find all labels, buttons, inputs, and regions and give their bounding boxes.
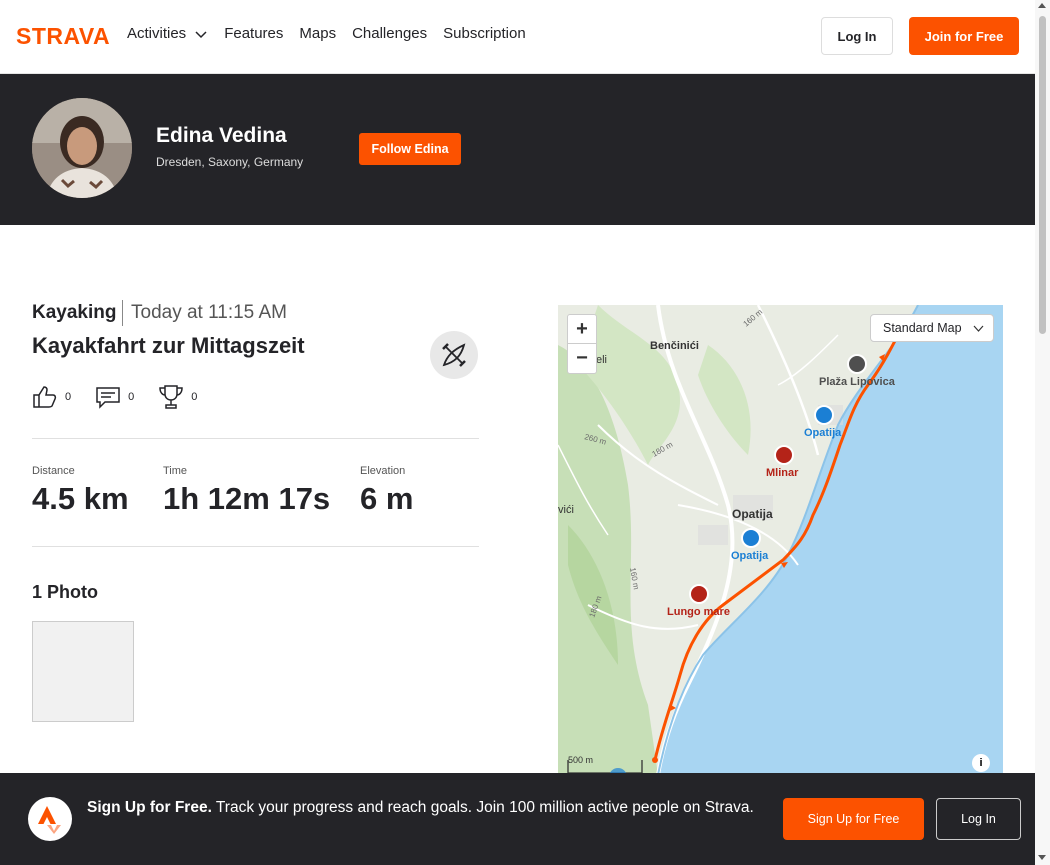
login-button[interactable]: Log In	[821, 17, 893, 55]
signup-button[interactable]: Sign Up for Free	[783, 798, 924, 840]
stat-value: 1h 12m 17s	[163, 481, 331, 516]
activity-time: Today at 11:15 AM	[131, 302, 287, 323]
stat-label: Time	[163, 465, 188, 477]
nav-features[interactable]: Features	[224, 25, 283, 42]
zoom-controls: + −	[567, 314, 597, 374]
activity-title: Kayakfahrt zur Mittagszeit	[32, 333, 305, 358]
strava-logo[interactable]: STRAVA	[16, 25, 112, 47]
zoom-out-button[interactable]: −	[568, 344, 596, 373]
svg-text:STRAVA: STRAVA	[16, 25, 110, 47]
chevron-down-icon	[195, 30, 207, 38]
map-place-label: eli	[596, 354, 608, 366]
photos-title: 1 Photo	[32, 582, 98, 602]
scroll-up-arrow[interactable]	[1038, 3, 1046, 8]
social-bar: 0 0 0	[32, 384, 221, 410]
stat-value: 6 m	[360, 481, 414, 516]
athlete-location: Dresden, Saxony, Germany	[156, 155, 304, 169]
kayak-icon	[430, 331, 478, 379]
activity-type: Kayaking	[32, 302, 117, 323]
trophy-icon	[159, 385, 184, 409]
nav-activities[interactable]: Activities	[127, 25, 208, 42]
nav-maps[interactable]: Maps	[299, 25, 336, 42]
stat-distance: Distance 4.5 km	[32, 465, 129, 517]
map-type-label: Standard Map	[883, 321, 962, 335]
nav-subscription[interactable]: Subscription	[443, 25, 526, 42]
map-scale: 500 m	[568, 755, 594, 765]
top-nav: STRAVA Activities Features Maps Challeng…	[0, 0, 1035, 74]
signup-banner: Sign Up for Free. Track your progress an…	[0, 773, 1035, 865]
comment-icon	[96, 387, 120, 409]
stat-label: Distance	[32, 465, 75, 477]
nav-activities-label: Activities	[127, 25, 187, 42]
chevron-down-icon	[973, 325, 984, 332]
photo-thumbnail[interactable]	[32, 621, 134, 722]
activity-map[interactable]: 160 m 260 m 180 m 160 m 180 m Benčinići …	[558, 305, 1003, 775]
avatar[interactable]	[32, 98, 132, 198]
divider	[122, 300, 123, 326]
avatar-image	[32, 98, 132, 198]
poi-label[interactable]: Opatija	[731, 550, 768, 562]
poi-label[interactable]: Plaža Lipovica	[819, 376, 895, 388]
poi-label[interactable]: Lungo mare	[667, 606, 730, 618]
login-button[interactable]: Log In	[936, 798, 1021, 840]
thumbs-up-icon	[33, 386, 57, 408]
scrollbar-thumb[interactable]	[1039, 16, 1046, 334]
athlete-header: Edina Vedina Dresden, Saxony, Germany Fo…	[0, 74, 1035, 225]
kudos-button[interactable]: 0	[32, 384, 71, 410]
stat-label: Elevation	[360, 465, 406, 477]
stat-value: 4.5 km	[32, 481, 129, 516]
strava-logo-icon	[28, 797, 72, 841]
nav-links: Activities Features Maps Challenges Subs…	[127, 25, 542, 42]
map-place-label: Benčinići	[650, 340, 699, 352]
map-canvas: 160 m 260 m 180 m 160 m 180 m	[558, 305, 919, 775]
map-place-label: vići	[558, 504, 574, 516]
divider	[32, 546, 479, 547]
stat-time: Time 1h 12m 17s	[163, 465, 330, 517]
achievements-count: 0	[191, 391, 198, 403]
map-info-button[interactable]: i	[972, 754, 990, 772]
kudos-count: 0	[65, 391, 72, 403]
poi-label[interactable]: Opatija	[804, 427, 841, 439]
signup-headline: Sign Up for Free.	[87, 799, 212, 816]
achievements-button[interactable]: 0	[158, 384, 197, 410]
divider	[32, 438, 479, 439]
nav-challenges[interactable]: Challenges	[352, 25, 427, 42]
poi-label[interactable]: Mlinar	[766, 467, 798, 479]
page: STRAVA Activities Features Maps Challeng…	[0, 0, 1050, 865]
athlete-name[interactable]: Edina Vedina	[156, 124, 287, 148]
comments-button[interactable]: 0	[95, 384, 134, 410]
comments-count: 0	[128, 391, 135, 403]
stat-elevation: Elevation 6 m	[360, 465, 413, 517]
follow-button[interactable]: Follow Edina	[359, 133, 461, 165]
signup-text: Sign Up for Free. Track your progress an…	[87, 797, 757, 819]
map-type-select[interactable]: Standard Map	[870, 314, 994, 342]
scrollbar[interactable]	[1035, 0, 1050, 865]
scroll-down-arrow[interactable]	[1038, 855, 1046, 860]
signup-body: Track your progress and reach goals. Joi…	[211, 799, 754, 816]
zoom-in-button[interactable]: +	[568, 315, 596, 344]
join-button[interactable]: Join for Free	[909, 17, 1019, 55]
map-place-label: Opatija	[732, 507, 773, 521]
